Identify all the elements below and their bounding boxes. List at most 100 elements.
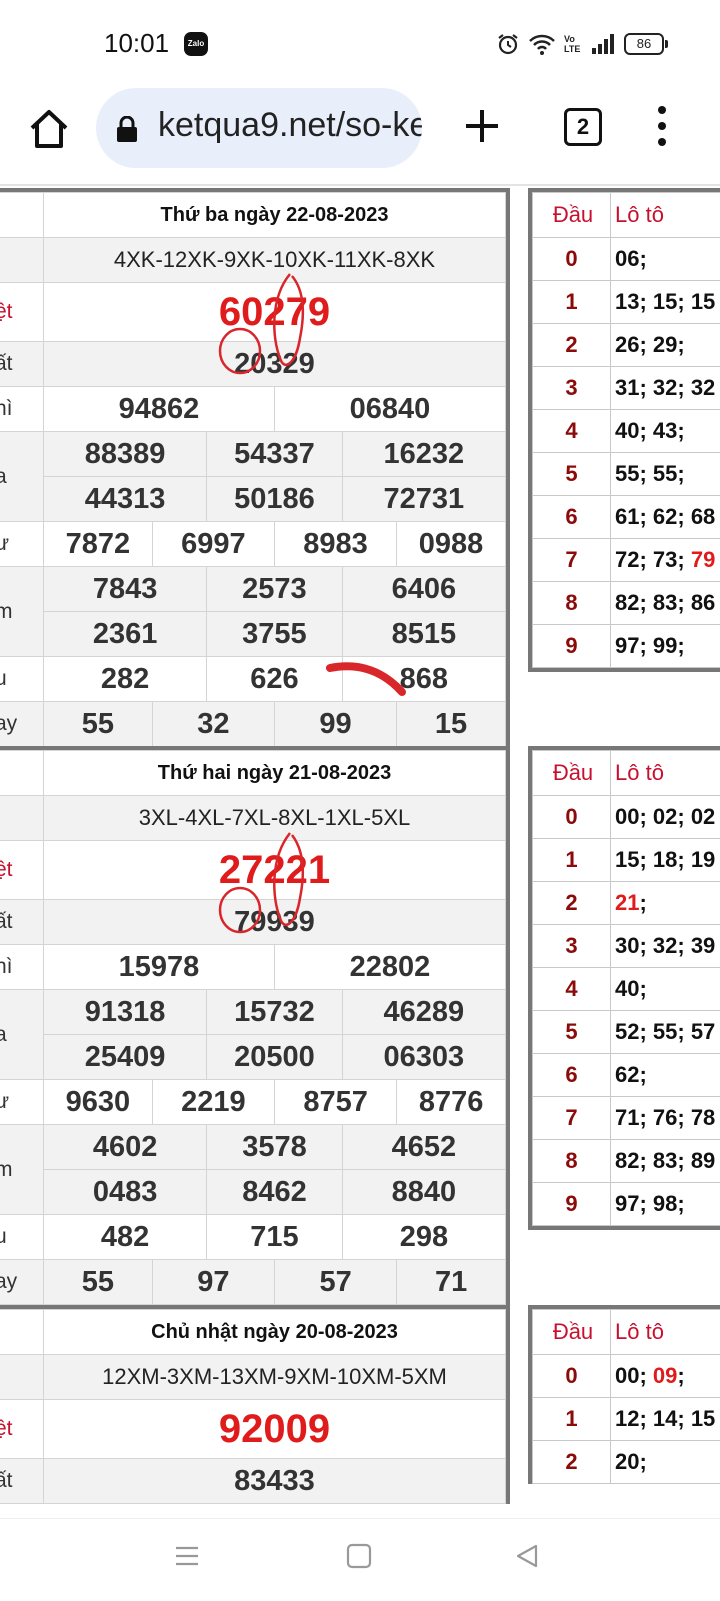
loto-head: 3 xyxy=(533,367,611,410)
loto-head: 1 xyxy=(533,281,611,324)
loto-tail: 15; 18; 19 xyxy=(611,839,720,882)
fourth-prize: 0988 xyxy=(397,522,506,567)
loto-tail: 26; 29; xyxy=(611,324,720,367)
sixth-prize: 282 xyxy=(44,657,207,702)
loto-head: 7 xyxy=(533,539,611,582)
fifth-prize: 8840 xyxy=(342,1170,505,1215)
page-content: Thứ ba ngày 22-08-2023 4XK-12XK-9XK-10XK… xyxy=(0,188,720,1518)
loto-tail: 12; 14; 15 xyxy=(611,1398,720,1441)
sixth-prize: 715 xyxy=(207,1215,343,1260)
second-prize: 06840 xyxy=(274,387,505,432)
third-prize: 46289 xyxy=(342,990,505,1035)
lock-icon[interactable] xyxy=(116,116,138,142)
loto-tail: 82; 83; 86 xyxy=(611,582,720,625)
prize-label: u xyxy=(0,1215,44,1260)
prize-label: a xyxy=(0,990,44,1080)
loto-highlight: 21 xyxy=(615,890,639,915)
third-prize: 91318 xyxy=(44,990,207,1035)
fifth-prize: 0483 xyxy=(44,1170,207,1215)
first-prize: 20329 xyxy=(44,342,506,387)
loto-header-tail: Lô tô xyxy=(611,1310,720,1355)
fourth-prize: 2219 xyxy=(152,1080,274,1125)
recent-apps-icon[interactable] xyxy=(174,1543,200,1569)
loto-table: ĐầuLô tô 000; 02; 02 115; 18; 19 221; 33… xyxy=(528,746,720,1230)
loto-head: 0 xyxy=(533,1355,611,1398)
result-date: Chủ nhật ngày 20-08-2023 xyxy=(44,1310,506,1355)
special-prize: 60279 xyxy=(44,283,506,342)
prize-label: ệt xyxy=(0,283,44,342)
fourth-prize: 8983 xyxy=(274,522,396,567)
loto-tail: 31; 32; 32 xyxy=(611,367,720,410)
loto-tail: 62; xyxy=(611,1054,720,1097)
loto-tail: 72; 73; 79 xyxy=(611,539,720,582)
tab-switcher-button[interactable]: 2 xyxy=(564,108,602,146)
fifth-prize: 2573 xyxy=(207,567,343,612)
fourth-prize: 9630 xyxy=(44,1080,153,1125)
seventh-prize: 32 xyxy=(152,702,274,747)
third-prize: 72731 xyxy=(342,477,505,522)
third-prize: 50186 xyxy=(207,477,343,522)
system-navigation-bar xyxy=(0,1518,720,1601)
loto-tail: 40; xyxy=(611,968,720,1011)
loto-tail: 40; 43; xyxy=(611,410,720,453)
fifth-prize: 6406 xyxy=(342,567,505,612)
fifth-prize: 8462 xyxy=(207,1170,343,1215)
sixth-prize: 868 xyxy=(342,657,505,702)
sixth-prize: 626 xyxy=(207,657,343,702)
fifth-prize: 3755 xyxy=(207,612,343,657)
loto-head: 3 xyxy=(533,925,611,968)
back-icon[interactable] xyxy=(514,1543,540,1569)
loto-tail: 52; 55; 57 xyxy=(611,1011,720,1054)
new-tab-icon[interactable] xyxy=(462,106,502,146)
battery-icon: 86 xyxy=(624,33,664,55)
zalo-notification-icon: Zalo xyxy=(184,32,208,56)
sixth-prize: 298 xyxy=(342,1215,505,1260)
loto-head: 0 xyxy=(533,238,611,281)
loto-head: 8 xyxy=(533,1140,611,1183)
loto-table: ĐầuLô tô 000; 09; 112; 14; 15 220; xyxy=(528,1305,720,1484)
result-codes: 3XL-4XL-7XL-8XL-1XL-5XL xyxy=(44,796,506,841)
home-icon[interactable] xyxy=(26,106,72,152)
loto-tail: 20; xyxy=(611,1441,720,1484)
loto-tail: 30; 32; 39 xyxy=(611,925,720,968)
fifth-prize: 7843 xyxy=(44,567,207,612)
loto-head: 2 xyxy=(533,882,611,925)
loto-head: 9 xyxy=(533,1183,611,1226)
loto-head: 6 xyxy=(533,1054,611,1097)
loto-tail: 55; 55; xyxy=(611,453,720,496)
seventh-prize: 15 xyxy=(397,702,506,747)
loto-head: 7 xyxy=(533,1097,611,1140)
overflow-menu-icon[interactable] xyxy=(656,106,668,152)
prize-label: ệt xyxy=(0,1400,44,1459)
prize-label: ệt xyxy=(0,841,44,900)
result-table: Thứ ba ngày 22-08-2023 4XK-12XK-9XK-10XK… xyxy=(0,188,510,751)
third-prize: 16232 xyxy=(342,432,505,477)
sixth-prize: 482 xyxy=(44,1215,207,1260)
seventh-prize: 97 xyxy=(152,1260,274,1305)
fourth-prize: 6997 xyxy=(152,522,274,567)
seventh-prize: 55 xyxy=(44,702,153,747)
alarm-icon xyxy=(496,32,520,56)
seventh-prize: 71 xyxy=(397,1260,506,1305)
url-text[interactable]: ketqua9.net/so-ke xyxy=(158,106,422,145)
loto-header-tail: Lô tô xyxy=(611,193,720,238)
seventh-prize: 57 xyxy=(274,1260,396,1305)
third-prize: 20500 xyxy=(207,1035,343,1080)
loto-head: 8 xyxy=(533,582,611,625)
third-prize: 88389 xyxy=(44,432,207,477)
prize-label: ư xyxy=(0,1080,44,1125)
loto-head: 1 xyxy=(533,839,611,882)
fourth-prize: 8776 xyxy=(397,1080,506,1125)
loto-head: 2 xyxy=(533,1441,611,1484)
prize-label: hì xyxy=(0,387,44,432)
browser-toolbar: ketqua9.net/so-ke 2 xyxy=(0,84,720,186)
loto-tail: 97; 98; xyxy=(611,1183,720,1226)
prize-label: ay xyxy=(0,1260,44,1305)
home-nav-icon[interactable] xyxy=(346,1543,372,1569)
status-icons: Vo LTE 86 xyxy=(496,30,664,58)
loto-tail: 82; 83; 89 xyxy=(611,1140,720,1183)
status-bar: 10:01 Zalo Vo LTE 86 xyxy=(0,0,720,84)
address-bar[interactable]: ketqua9.net/so-ke xyxy=(96,88,422,168)
loto-tail: 06; xyxy=(611,238,720,281)
second-prize: 15978 xyxy=(44,945,275,990)
